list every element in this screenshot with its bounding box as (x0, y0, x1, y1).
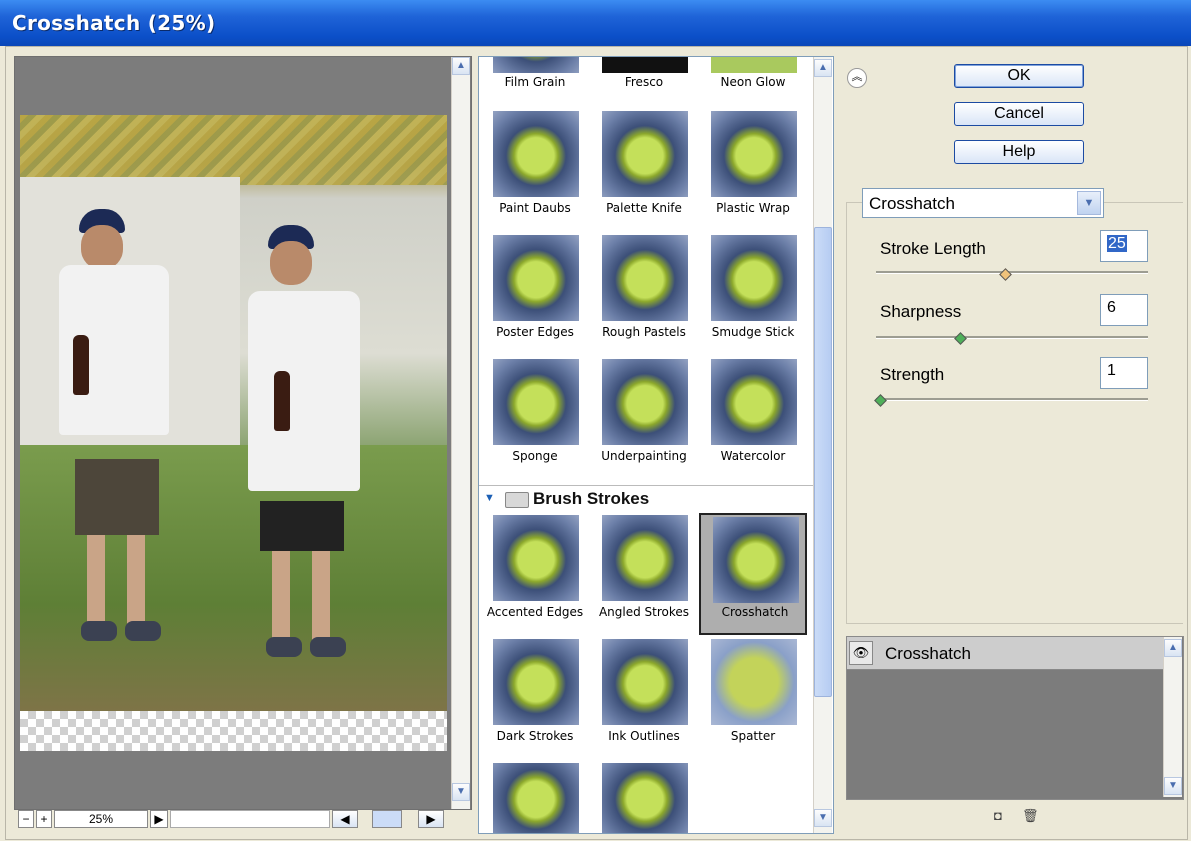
scroll-left-icon[interactable]: ◀ (332, 810, 358, 828)
filter-tile[interactable]: Paint Daubs (481, 109, 589, 227)
expand-triangle-icon[interactable]: ▼ (484, 492, 495, 504)
stroke-length-label: Stroke Length (880, 239, 986, 258)
gallery-vertical-scrollbar[interactable]: ▲ ▼ (813, 57, 832, 833)
title-bar: Crosshatch (25%) (0, 0, 1191, 46)
filter-gallery[interactable]: Film Grain Fresco Neon Glow Paint Daubs … (478, 56, 834, 834)
scroll-down-icon[interactable]: ▼ (1164, 777, 1182, 795)
layers-vertical-scrollbar[interactable]: ▲ ▼ (1163, 637, 1182, 797)
scroll-right-icon[interactable]: ▶ (418, 810, 444, 828)
effect-layer-name: Crosshatch (885, 644, 971, 663)
strength-label: Strength (880, 365, 945, 384)
filter-tile[interactable]: Neon Glow (699, 57, 807, 89)
filter-tile-selected[interactable]: Crosshatch (699, 513, 807, 635)
filter-tile[interactable]: Watercolor (699, 357, 807, 475)
scroll-up-icon[interactable]: ▲ (452, 57, 470, 75)
preview-image (20, 115, 447, 711)
filter-tile[interactable]: Poster Edges (481, 233, 589, 351)
filter-tile[interactable]: Smudge Stick (699, 233, 807, 351)
stroke-length-slider[interactable] (876, 271, 1148, 274)
filter-tile[interactable]: Dark Strokes (481, 637, 589, 755)
preview-vertical-scrollbar[interactable]: ▲ ▼ (451, 57, 470, 809)
zoom-value[interactable]: 25% (54, 810, 148, 828)
new-effect-layer-icon[interactable]: ◘ (994, 808, 1002, 823)
scroll-thumb[interactable] (814, 227, 832, 697)
filter-tile[interactable]: Fresco (590, 57, 698, 89)
collapse-gallery-icon[interactable]: ︽ (847, 68, 867, 88)
filter-tile[interactable] (590, 761, 698, 833)
group-name: Brush Strokes (533, 489, 650, 508)
filter-tile[interactable]: Angled Strokes (590, 513, 698, 631)
zoom-bar: − + 25% ▶ ◀ ▶ (14, 810, 470, 830)
filter-tile[interactable]: Underpainting (590, 357, 698, 475)
filter-tile[interactable]: Film Grain (481, 57, 589, 89)
tree-foliage (20, 115, 447, 185)
chevron-down-icon[interactable]: ▼ (1077, 191, 1101, 215)
zoom-out-button[interactable]: − (18, 810, 34, 828)
strength-slider[interactable] (876, 398, 1148, 401)
scroll-down-icon[interactable]: ▼ (452, 783, 470, 801)
cancel-button[interactable]: Cancel (954, 102, 1084, 126)
zoom-menu-icon[interactable]: ▶ (150, 810, 168, 828)
effect-layers-list[interactable]: 👁 Crosshatch ▲ ▼ (846, 636, 1184, 800)
filter-options-panel (846, 202, 1183, 624)
horizontal-scroll-track[interactable] (170, 810, 330, 828)
effect-layer-row[interactable]: 👁 Crosshatch (847, 637, 1165, 670)
help-button[interactable]: Help (954, 140, 1084, 164)
filter-select-value: Crosshatch (869, 194, 955, 213)
sharpness-label: Sharpness (880, 302, 962, 321)
stroke-length-input[interactable]: 25 (1100, 230, 1148, 262)
folder-icon (505, 492, 529, 508)
preview-pane[interactable]: ▲ ▼ (14, 56, 472, 810)
filter-tile[interactable]: Rough Pastels (590, 233, 698, 351)
trash-icon[interactable]: 🗑 (1022, 808, 1039, 824)
filter-tile[interactable]: Spatter (699, 637, 807, 755)
scroll-down-icon[interactable]: ▼ (814, 809, 832, 827)
filter-tile[interactable] (481, 761, 589, 833)
filter-tile[interactable]: Sponge (481, 357, 589, 475)
eye-icon[interactable]: 👁 (849, 641, 873, 665)
scroll-up-icon[interactable]: ▲ (1164, 639, 1182, 657)
filter-tile[interactable]: Ink Outlines (590, 637, 698, 755)
filter-tile[interactable]: Accented Edges (481, 513, 589, 631)
transparency-checkerboard (20, 711, 447, 751)
scroll-up-icon[interactable]: ▲ (814, 59, 832, 77)
zoom-in-button[interactable]: + (36, 810, 52, 828)
ok-button[interactable]: OK (954, 64, 1084, 88)
filter-select[interactable]: Crosshatch ▼ (862, 188, 1104, 218)
sharpness-slider[interactable] (876, 336, 1148, 339)
sharpness-input[interactable]: 6 (1100, 294, 1148, 326)
filter-tile[interactable]: Palette Knife (590, 109, 698, 227)
scroll-thumb[interactable] (372, 810, 402, 828)
window-title: Crosshatch (25%) (12, 11, 216, 35)
filter-tile[interactable]: Plastic Wrap (699, 109, 807, 227)
brush-strokes-group-header[interactable]: ▼ Brush Strokes (479, 485, 813, 512)
strength-input[interactable]: 1 (1100, 357, 1148, 389)
